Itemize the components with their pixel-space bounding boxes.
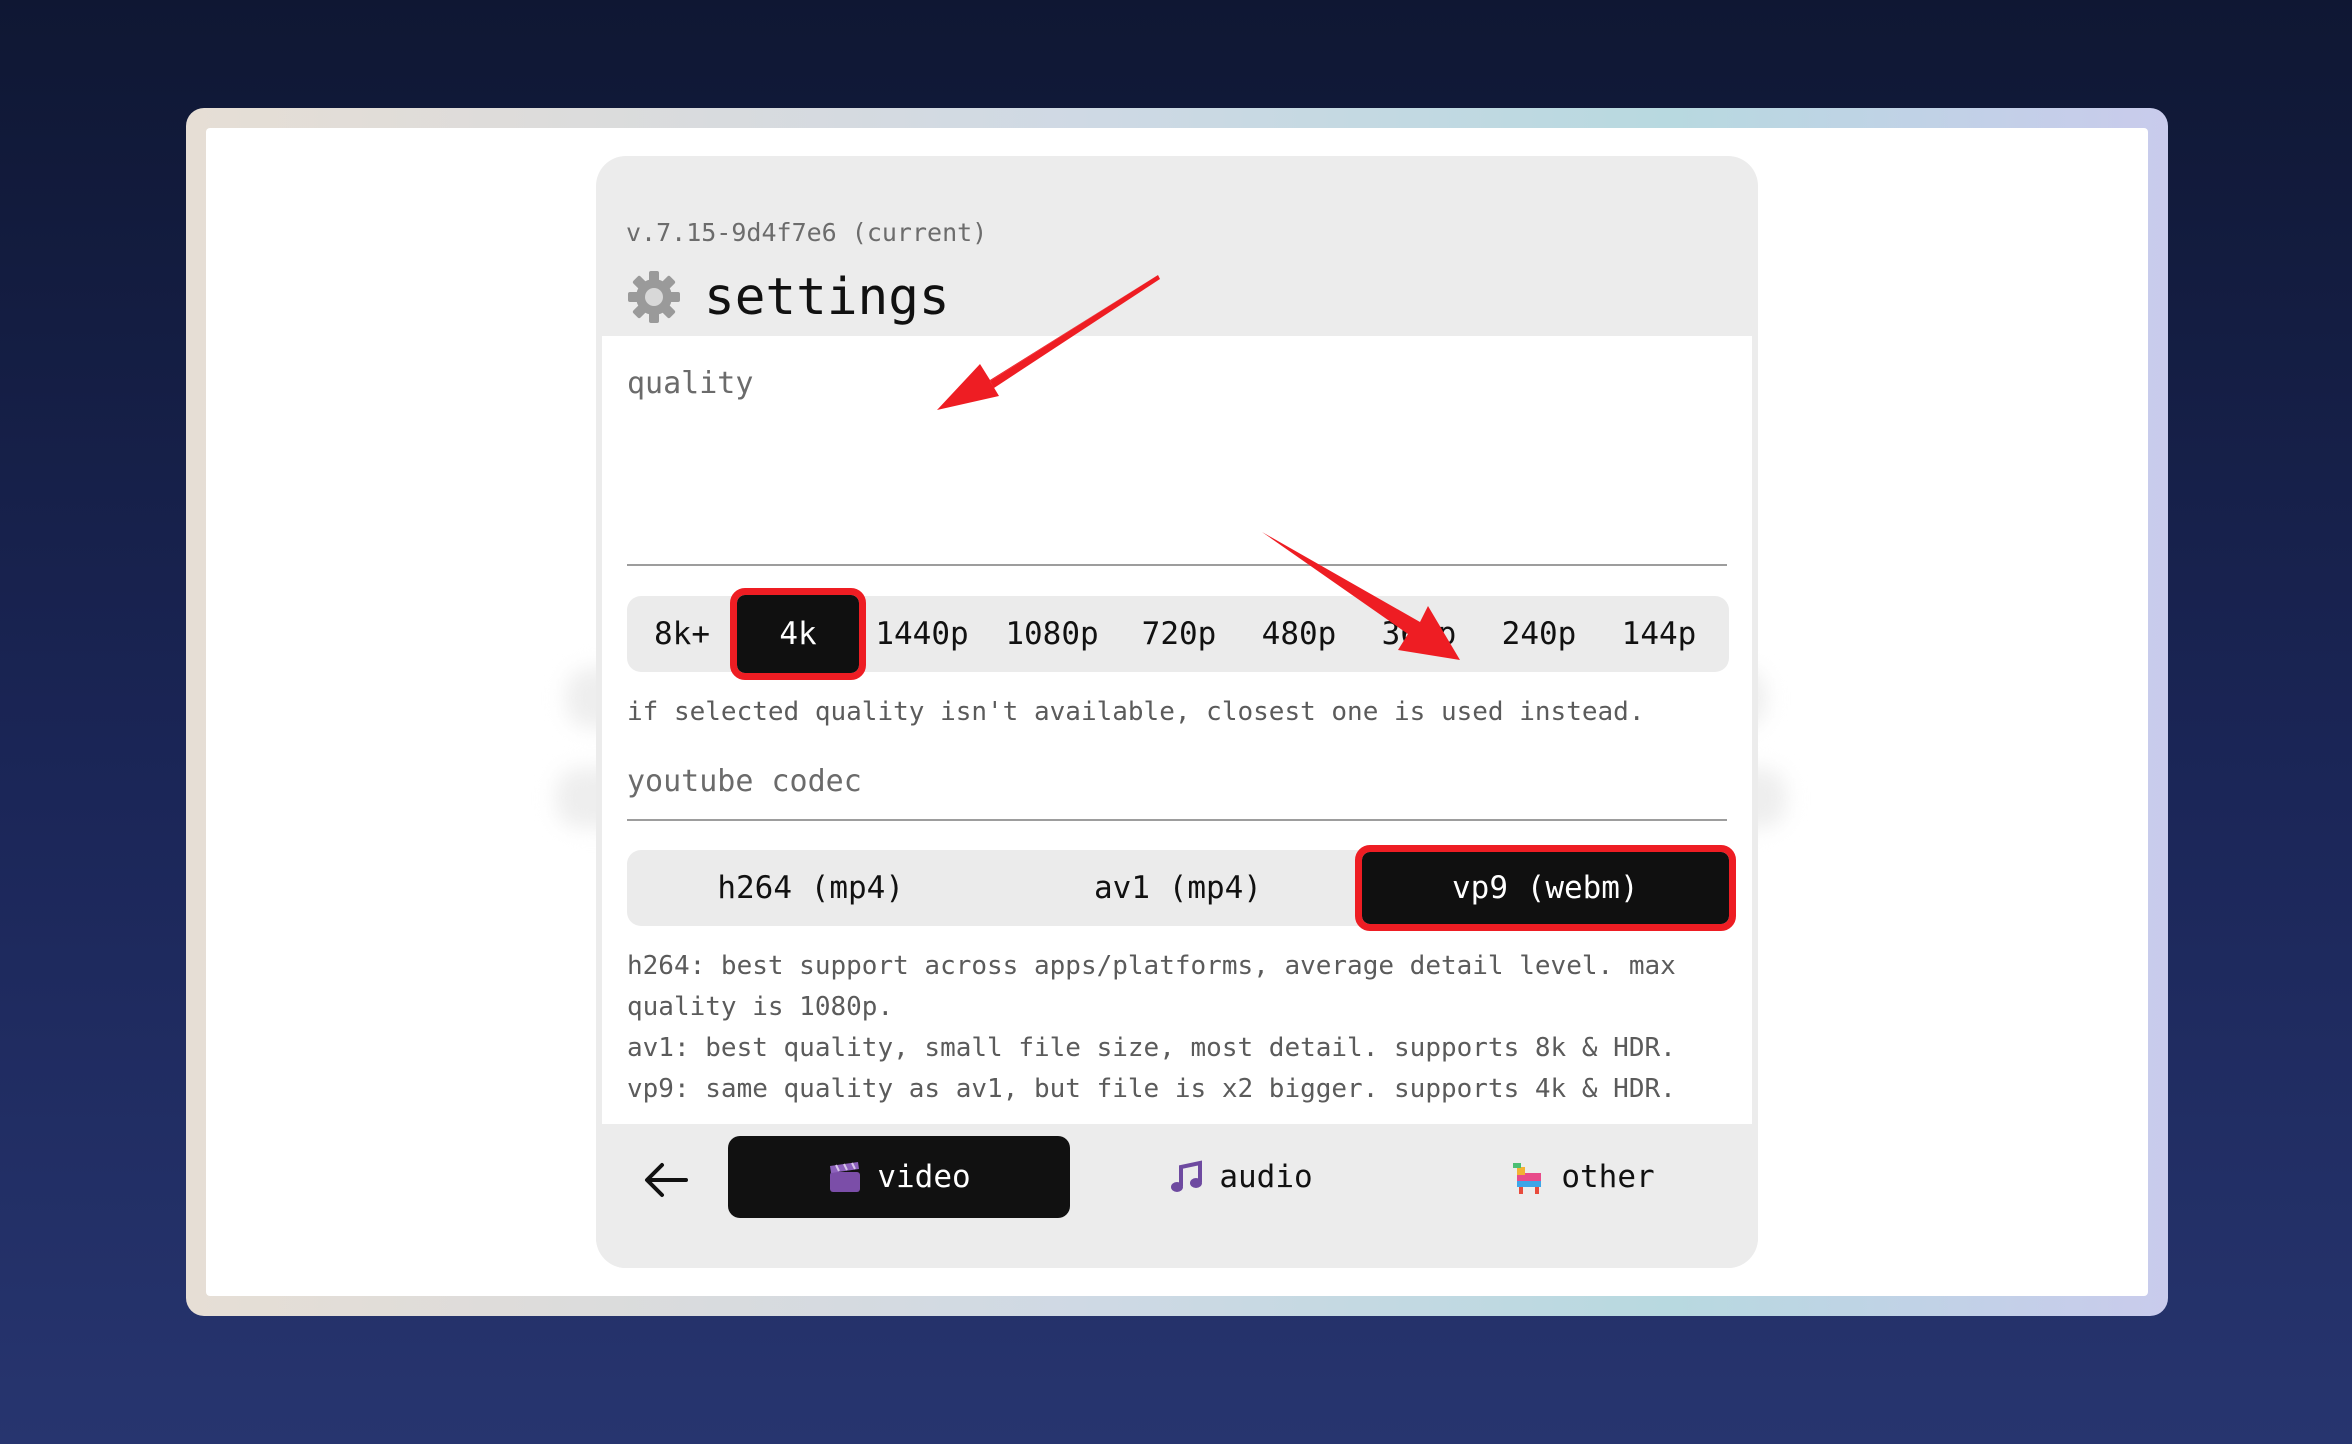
- quality-option-480p[interactable]: 480p: [1239, 596, 1359, 672]
- gear-icon: [628, 271, 680, 323]
- codec-divider: [627, 819, 1727, 821]
- music-notes-icon: [1171, 1160, 1203, 1192]
- quality-option-240p[interactable]: 240p: [1479, 596, 1599, 672]
- quality-option-4k[interactable]: 4k: [730, 588, 866, 680]
- quality-label: quality: [627, 366, 754, 401]
- pinata-icon: [1513, 1163, 1542, 1194]
- quality-option-144p[interactable]: 144p: [1599, 596, 1719, 672]
- codec-description-line: av1: best quality, small file size, most…: [627, 1033, 1676, 1063]
- clapperboard-icon: [830, 1162, 861, 1192]
- arrow-left-icon: [645, 1163, 688, 1197]
- codec-description-line: quality is 1080p.: [627, 992, 894, 1022]
- quality-option-1440p[interactable]: 1440p: [859, 596, 985, 672]
- settings-panel: v.7.15-9d4f7e6 (current) settings qualit…: [596, 156, 1758, 1268]
- back-button[interactable]: [636, 1150, 696, 1210]
- page-title: settings: [704, 267, 950, 327]
- codec-option-vp9[interactable]: vp9 (webm): [1354, 845, 1736, 931]
- tab-video[interactable]: video: [728, 1136, 1070, 1218]
- quality-selector: 8k+ 4k 1440p 1080p 720p 480p 360p 240p 1…: [627, 588, 1729, 680]
- tab-audio[interactable]: audio: [1070, 1136, 1412, 1218]
- quality-note: if selected quality isn't available, clo…: [627, 697, 1645, 727]
- settings-header: settings: [626, 262, 950, 332]
- codec-option-h264[interactable]: h264 (mp4): [627, 850, 994, 926]
- tab-other[interactable]: other: [1412, 1136, 1754, 1218]
- quality-option-1080p[interactable]: 1080p: [985, 596, 1119, 672]
- quality-option-8k[interactable]: 8k+: [627, 596, 737, 672]
- version-label: v.7.15-9d4f7e6 (current): [626, 218, 988, 247]
- codec-label: youtube codec: [627, 764, 862, 799]
- codec-option-av1[interactable]: av1 (mp4): [994, 850, 1361, 926]
- bottom-nav: video audio other: [596, 1124, 1758, 1268]
- quality-divider: [627, 564, 1727, 566]
- tab-video-label: video: [877, 1159, 971, 1195]
- quality-option-360p[interactable]: 360p: [1359, 596, 1479, 672]
- tab-audio-label: audio: [1219, 1159, 1313, 1195]
- settings-content[interactable]: quality 8k+ 4k 1440p 1080p 720p 480p 360…: [602, 336, 1752, 1124]
- codec-selector: h264 (mp4) av1 (mp4) vp9 (webm): [627, 845, 1736, 931]
- quality-option-720p[interactable]: 720p: [1119, 596, 1239, 672]
- codec-description-line: vp9: same quality as av1, but file is x2…: [627, 1074, 1676, 1104]
- tab-other-label: other: [1561, 1159, 1655, 1195]
- codec-description-line: h264: best support across apps/platforms…: [627, 951, 1676, 981]
